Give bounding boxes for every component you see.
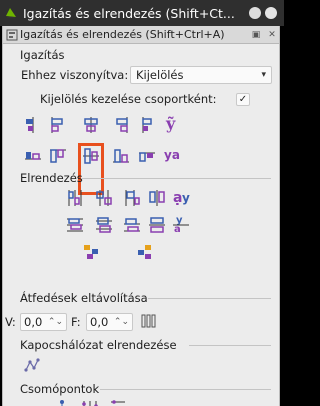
- remove-overlaps-section-title: Átfedések eltávolítása: [20, 291, 148, 305]
- horizontal-gap-label: F:: [71, 315, 81, 329]
- distribute-centers-horizontally-icon[interactable]: [95, 189, 113, 207]
- distribute-gaps-horizontally-icon[interactable]: [148, 189, 166, 207]
- unclump-objects-icon[interactable]: [136, 243, 154, 261]
- svg-text:y: y: [182, 191, 190, 205]
- distribute-section-title: Elrendezés: [20, 171, 83, 185]
- chevron-down-icon: ▾: [261, 70, 266, 80]
- distribute-baselines-horizontally-icon[interactable]: ạy: [172, 187, 190, 206]
- inkscape-app-icon: [4, 6, 18, 20]
- align-dialog-icon: [6, 29, 18, 41]
- distribute-left-edges-icon[interactable]: [66, 189, 84, 207]
- nodes-separator: [100, 389, 271, 390]
- minimize-button[interactable]: [249, 7, 261, 19]
- center-on-vertical-axis-icon[interactable]: [82, 116, 100, 134]
- connector-network-separator: [189, 345, 271, 346]
- spin-arrows-icon[interactable]: ⌃⌄: [48, 314, 63, 330]
- align-right-to-left-anchor-icon[interactable]: [24, 116, 42, 134]
- distribute-centers-vertically-icon[interactable]: [95, 216, 113, 234]
- horizontal-gap-input[interactable]: 0,0 ⌃⌄: [86, 313, 133, 331]
- tab-label: Igazítás és elrendezés (Shift+Ctrl+A): [20, 28, 225, 41]
- align-nodes-horizontally-icon[interactable]: [23, 399, 41, 406]
- nodes-section-title: Csomópontok: [20, 382, 100, 396]
- relative-to-value: Kijelölés: [136, 68, 184, 82]
- distribute-gaps-vertically-icon[interactable]: [148, 216, 166, 234]
- distribute-separator: [81, 178, 271, 179]
- vertical-gap-label: V:: [5, 315, 16, 329]
- svg-text:ya: ya: [164, 148, 180, 162]
- align-bottom-edges-icon[interactable]: [112, 147, 130, 165]
- vertical-gap-value: 0,0: [24, 315, 43, 329]
- arrange-connector-network-icon[interactable]: [23, 356, 41, 374]
- align-bottom-to-top-anchor-icon[interactable]: [24, 147, 42, 165]
- distribute-nodes-vertically-icon[interactable]: [109, 399, 127, 406]
- spin-arrows-icon[interactable]: ⌃⌄: [114, 314, 129, 330]
- remove-overlaps-button-icon[interactable]: [140, 312, 158, 330]
- distribute-bottom-edges-icon[interactable]: [123, 216, 141, 234]
- treat-as-group-label: Kijelölés kezelése csoportként:: [40, 92, 217, 106]
- align-left-edges-icon[interactable]: [49, 116, 67, 134]
- svg-text:ỹ: ỹ: [165, 114, 176, 133]
- connector-network-section-title: Kapocshálózat elrendezése: [20, 338, 177, 352]
- randomize-positions-icon[interactable]: [82, 243, 100, 261]
- distribute-right-edges-icon[interactable]: [123, 189, 141, 207]
- distribute-baselines-vertically-icon[interactable]: ya: [172, 214, 190, 234]
- close-tab-icon[interactable]: ✕: [267, 30, 277, 40]
- treat-as-group-checkbox[interactable]: ✓: [236, 93, 250, 106]
- align-baseline-anchors-icon[interactable]: ya: [163, 145, 189, 163]
- distribute-nodes-horizontally-icon[interactable]: [81, 399, 99, 406]
- selected-tool-highlight: [78, 143, 104, 195]
- vertical-gap-input[interactable]: 0,0 ⌃⌄: [20, 313, 67, 331]
- horizontal-gap-value: 0,0: [90, 315, 109, 329]
- align-baseline-text-icon[interactable]: ỹ: [163, 114, 181, 133]
- distribute-top-edges-icon[interactable]: [66, 216, 84, 234]
- align-top-to-bottom-anchor-icon[interactable]: [138, 147, 156, 165]
- relative-to-select[interactable]: Kijelölés ▾: [130, 66, 272, 84]
- close-button[interactable]: [265, 7, 277, 19]
- dock-icon[interactable]: ▣: [251, 30, 261, 40]
- remove-overlaps-separator: [148, 298, 271, 299]
- relative-to-label: Ehhez viszonyítva:: [21, 68, 129, 82]
- align-section-title: Igazítás: [20, 48, 65, 62]
- window-titlebar: Igazítás és elrendezés (Shift+Ct...: [0, 0, 284, 26]
- align-top-edges-icon[interactable]: [49, 147, 67, 165]
- align-right-edges-icon[interactable]: [112, 116, 130, 134]
- window-title: Igazítás és elrendezés (Shift+Ct...: [23, 5, 235, 21]
- align-distribute-panel: Igazítás és elrendezés (Shift+Ctrl+A) ▣ …: [2, 26, 280, 406]
- dialog-tab[interactable]: Igazítás és elrendezés (Shift+Ctrl+A) ▣ …: [3, 26, 279, 44]
- align-left-to-right-anchor-icon[interactable]: [138, 116, 156, 134]
- align-nodes-vertically-icon[interactable]: [53, 399, 71, 406]
